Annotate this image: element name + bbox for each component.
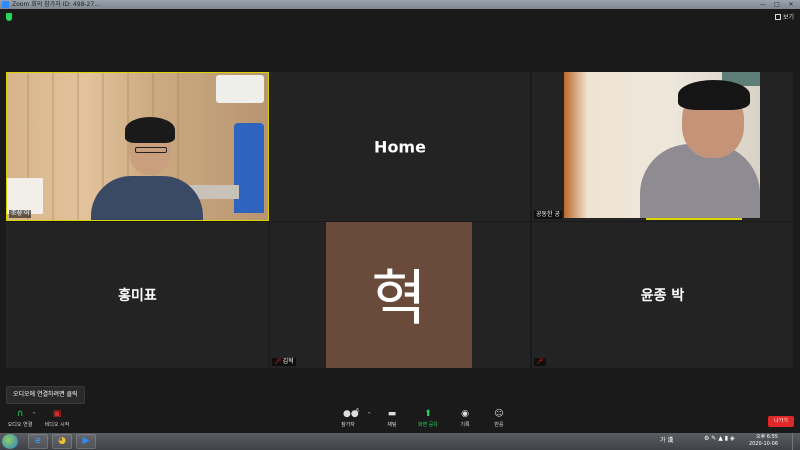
grid-view-icon (774, 13, 781, 20)
participant-display-name: 홍미표 (118, 288, 157, 304)
video-tile-4[interactable]: 홍미표 (6, 222, 269, 368)
air-conditioner (216, 75, 264, 103)
video-tile-3[interactable]: 공동한 공 (532, 72, 793, 221)
camera-feed (7, 73, 268, 220)
camera-feed (564, 72, 760, 220)
muted-mic-icon: 🎤︎ (274, 358, 282, 365)
minimize-button[interactable]: — (756, 0, 770, 9)
zoom-app-icon (2, 1, 9, 8)
headphones-icon: ∩ (16, 409, 24, 419)
participant-name-tag: 🎤︎ 김혁 (272, 358, 296, 366)
participants-icon: ●● (343, 409, 359, 419)
security-shield-icon[interactable] (6, 13, 12, 21)
participant-display-name: 윤종 박 (640, 288, 685, 304)
participants-button[interactable]: ●● 참가자 (328, 409, 368, 429)
windows-taskbar: e ◕ ▶ 가 漢 ⚙ ✎ ▲ ▮ ◈ 오후 6:55 2020-10-06 (0, 433, 800, 450)
reaction-icon: ☺ (494, 409, 504, 419)
audio-options-caret[interactable]: ^ (32, 412, 36, 418)
title-bar: Zoom 회의 참가자 ID: 498-27... — □ ✕ (0, 0, 800, 9)
share-screen-button[interactable]: ⬆ 화면 공유 (408, 409, 448, 429)
chat-button[interactable]: ▬ 채팅 (372, 409, 412, 429)
close-button[interactable]: ✕ (784, 0, 798, 9)
zoom-taskbar-icon[interactable]: ▶ (76, 434, 96, 449)
show-desktop-button[interactable] (792, 433, 800, 450)
participant-name-tag: 공동한 공 (534, 211, 562, 219)
maximize-button[interactable]: □ (770, 0, 784, 9)
taskbar-clock[interactable]: 오후 6:55 2020-10-06 (749, 434, 778, 448)
muted-mic-icon: 🎤︎ (536, 358, 544, 365)
window-title: Zoom 회의 참가자 ID: 498-27... (12, 1, 100, 8)
video-tile-5[interactable]: 혁 🎤︎ 김혁 (270, 222, 530, 368)
join-audio-tooltip[interactable]: 오디오에 연결하려면 클릭 (6, 386, 85, 404)
view-label: 보기 (782, 14, 794, 21)
shelf (7, 178, 43, 214)
participant-body (91, 176, 203, 220)
share-screen-icon: ⬆ (424, 409, 432, 419)
chat-icon: ▬ (387, 409, 397, 419)
profile-avatar: 혁 (326, 222, 472, 368)
participants-count: 6 (356, 408, 360, 414)
leave-meeting-button[interactable]: 나가기 (768, 416, 794, 427)
participant-name-tag: 조성 이 (9, 210, 32, 218)
chrome-icon[interactable]: ◕ (52, 434, 72, 449)
meeting-top-strip: 보기 (0, 9, 800, 27)
blue-jacket (234, 123, 264, 213)
system-tray-icons[interactable]: ⚙ ✎ ▲ ▮ ◈ (704, 435, 735, 442)
zoom-window: Zoom 회의 참가자 ID: 498-27... — □ ✕ 보기 조성 이 … (0, 0, 800, 450)
video-tile-6[interactable]: 윤종 박 🎤︎ (532, 222, 793, 368)
video-tile-1[interactable]: 조성 이 (6, 72, 269, 221)
internet-explorer-icon[interactable]: e (28, 434, 48, 449)
view-button[interactable]: 보기 (774, 12, 794, 21)
start-video-button[interactable]: ▣ 비디오 시작 (37, 409, 77, 429)
participant-display-name: Home (374, 137, 426, 156)
ime-indicator[interactable]: 가 漢 (660, 435, 673, 444)
reactions-button[interactable]: ☺ 반응 (479, 409, 519, 429)
video-tile-2[interactable]: Home (270, 72, 530, 221)
start-button[interactable] (2, 434, 18, 449)
participant-name-tag: 🎤︎ (534, 358, 546, 366)
participants-caret[interactable]: ^ (367, 412, 371, 418)
glasses (135, 147, 167, 153)
record-icon: ◉ (461, 409, 469, 419)
meeting-toolbar: ∩ 오디오 연결 ^ ▣ 비디오 시작 ●● 참가자 6 ^ ▬ 채팅 ⬆ 화면… (0, 408, 800, 433)
video-off-icon: ▣ (52, 409, 62, 419)
